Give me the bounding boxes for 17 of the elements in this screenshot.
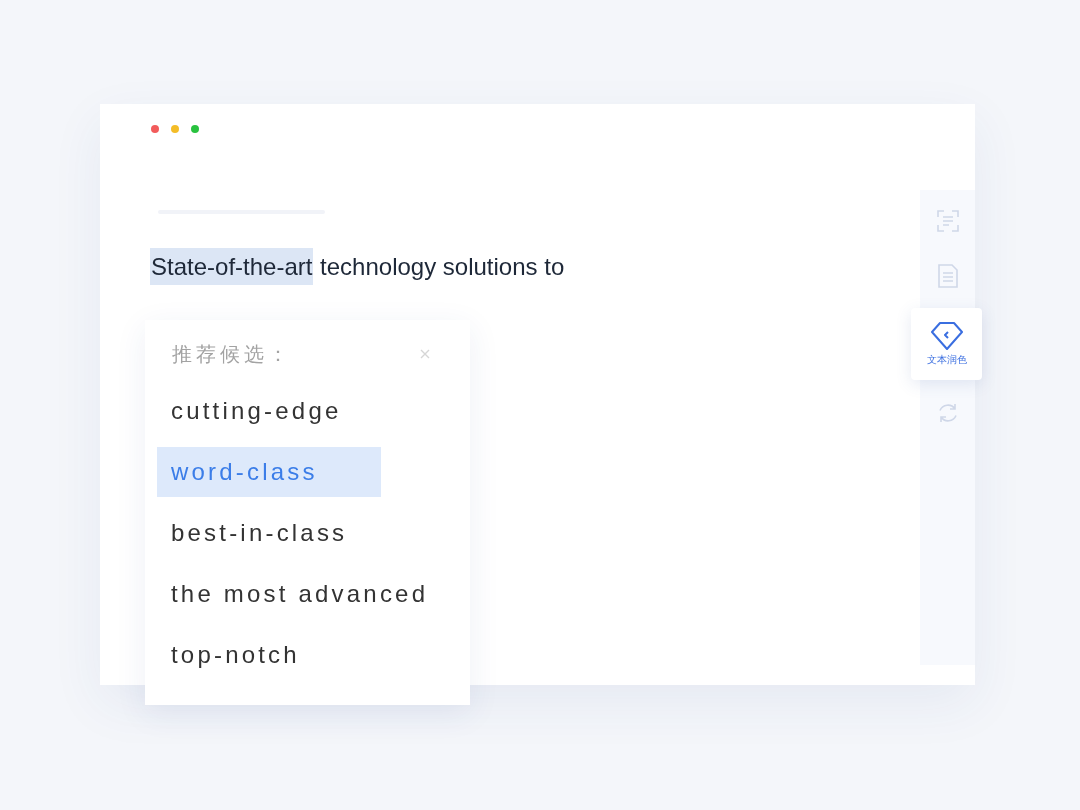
traffic-light-icon[interactable] [191,125,199,133]
sidebar-tool[interactable] [934,207,961,234]
sidebar-tool[interactable]: 文本润色 [911,308,982,380]
suggestion-item[interactable]: the most advanced [157,569,443,619]
editor-text: technology solutions to [320,253,565,280]
frame-icon [936,209,959,232]
suggestion-item[interactable]: best-in-class [157,508,381,558]
gem-icon [930,322,963,350]
suggestion-item[interactable]: cutting-edge [157,386,381,436]
close-icon[interactable] [420,349,430,359]
selected-text: State-of-the-art [150,248,314,285]
suggestion-item[interactable]: top-notch [157,630,381,680]
popover-title: 推荐候选： [172,342,292,367]
document-icon [937,263,958,288]
traffic-light-icon[interactable] [151,125,159,133]
sidebar-tool[interactable] [935,261,960,290]
traffic-light-icon[interactable] [171,125,179,133]
